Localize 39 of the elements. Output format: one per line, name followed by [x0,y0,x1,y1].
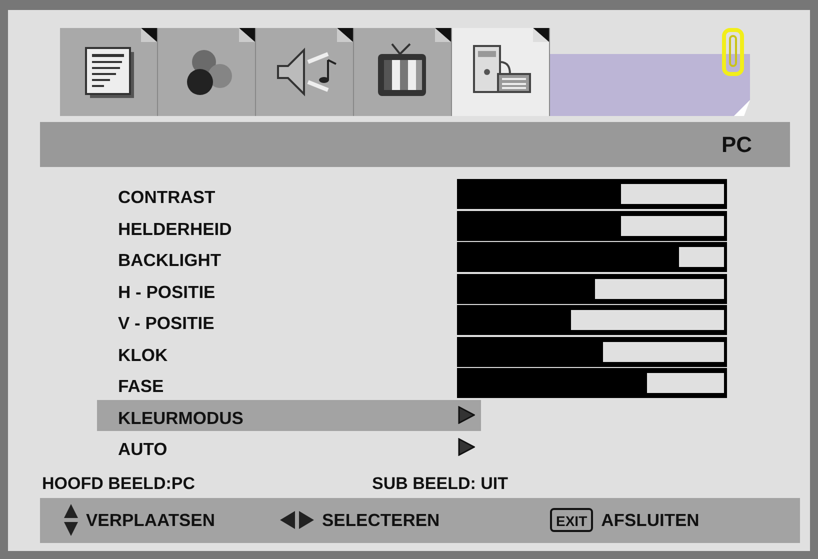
hint-label: VERPLAATSEN [86,509,215,532]
menu-item[interactable]: KLEURMODUS [97,400,457,432]
main-picture-status: HOOFD BEELD:PC [41,472,196,494]
page-corner-icon [435,28,451,42]
arrow-right-icon [457,438,475,456]
sub-picture-status: SUB BEELD: UIT [372,472,508,494]
menu-item[interactable]: FASE [97,368,457,400]
menu-title: PC [721,131,752,160]
page-corner-icon [239,28,255,42]
menu-tab[interactable] [452,28,550,116]
menu-item[interactable]: HELDERHEID [97,210,457,242]
menu-tab[interactable] [354,28,452,116]
slider-track[interactable] [457,274,727,304]
paperclip-icon [722,28,744,78]
page-corner-icon [141,28,157,42]
menu-tab[interactable] [60,28,158,116]
menu-tab[interactable] [158,28,256,116]
menu-item[interactable]: AUTO [97,431,457,463]
menu-item[interactable]: BACKLIGHT [97,242,457,274]
menu-tab[interactable] [256,28,354,116]
left-right-arrows-icon [280,511,314,530]
slider-track[interactable] [457,210,727,241]
menu-item[interactable]: CONTRAST [97,179,457,211]
slider-track[interactable] [457,336,727,367]
menu-item[interactable]: KLOK [97,336,457,368]
slider-track[interactable] [457,179,727,210]
folded-corner-icon [734,100,750,116]
menu-item[interactable]: V - POSITIE [97,305,457,337]
hint-label: AFSLUITEN [601,509,700,532]
up-down-arrows-icon [64,504,78,536]
page-corner-icon [337,28,353,42]
slider-track[interactable] [457,368,727,398]
slider-track[interactable] [457,242,727,272]
slider-track[interactable] [457,305,727,336]
hint-label: SELECTEREN [322,509,440,532]
menu-item[interactable]: H - POSITIE [97,274,457,306]
key-label: EXIT [550,508,594,532]
page-corner-icon [533,28,549,42]
arrow-right-icon [457,406,475,424]
